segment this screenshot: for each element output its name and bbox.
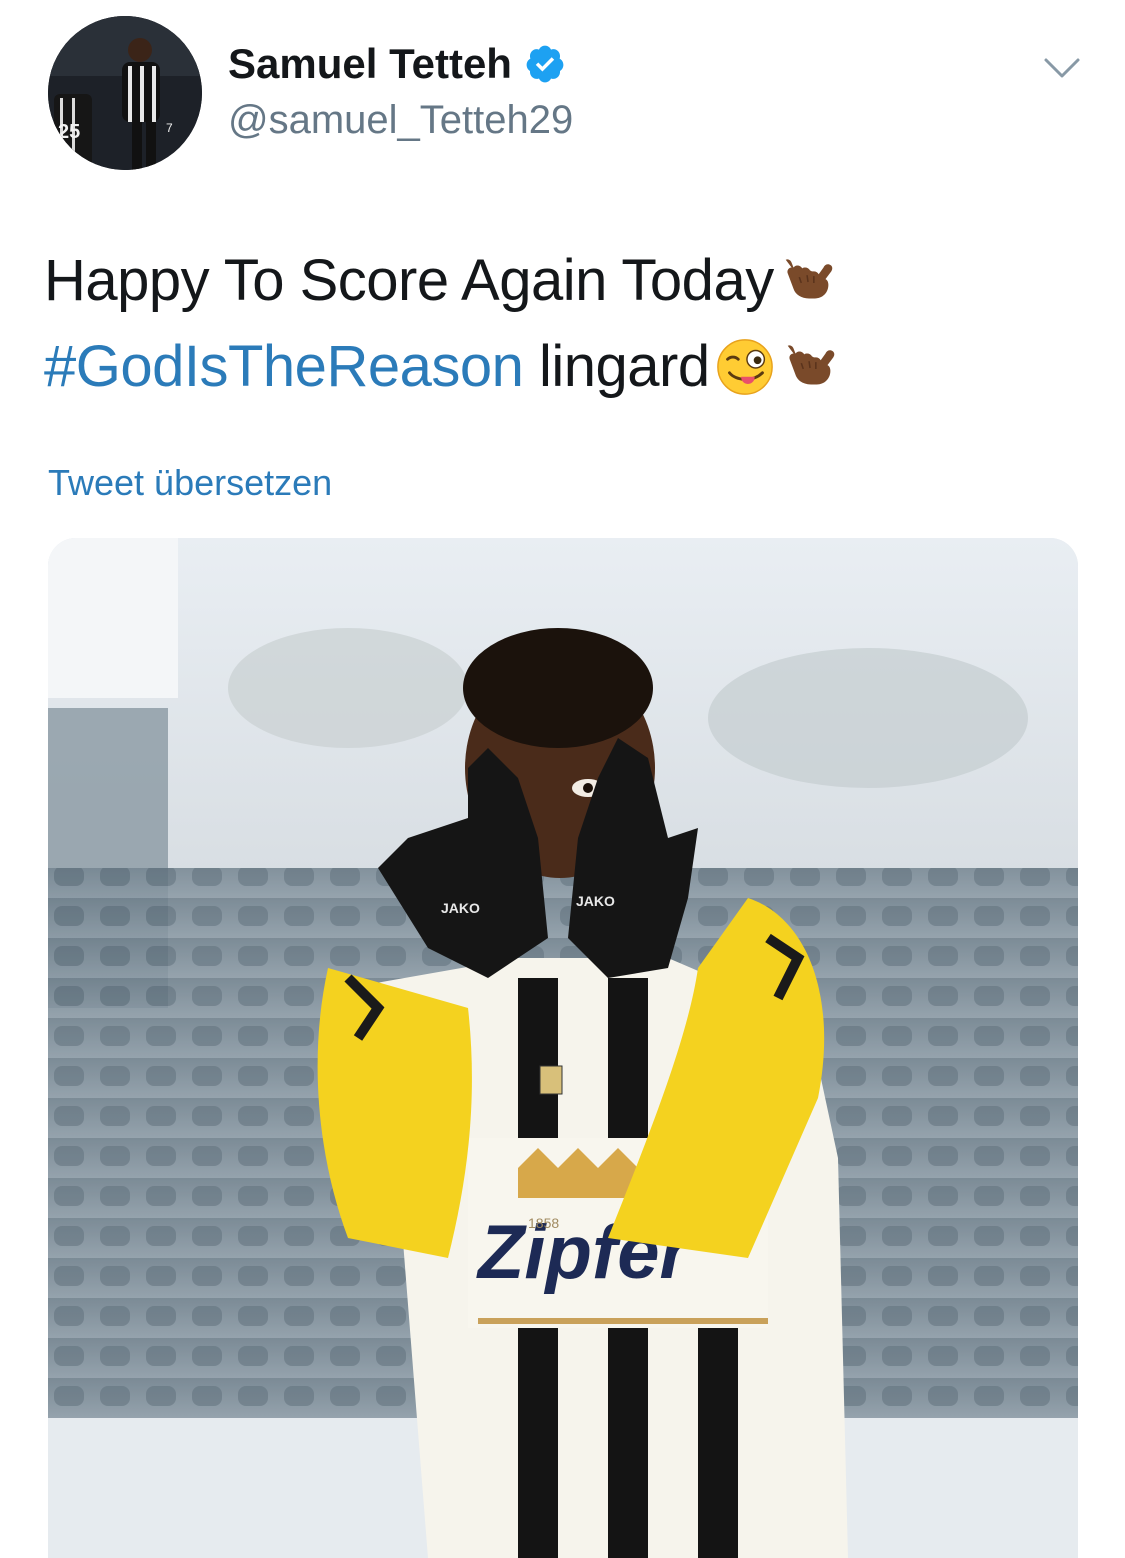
- media-image: Zipfer 1858 JAKO JAKO: [48, 538, 1078, 1558]
- translate-tweet-link[interactable]: Tweet übersetzen: [48, 462, 332, 504]
- author-name-text: Samuel Tetteh: [228, 40, 512, 87]
- winking-face-tongue-emoji-icon: [716, 339, 773, 395]
- chevron-down-icon[interactable]: [1040, 48, 1084, 88]
- call-me-hand-emoji-icon: [785, 259, 832, 299]
- avatar-image: 25 7: [48, 16, 202, 170]
- tweet-text-line-1: Happy To Score Again Today: [44, 238, 1084, 324]
- author-display-name[interactable]: Samuel Tetteh: [228, 40, 566, 88]
- verified-badge-icon: [526, 45, 564, 83]
- svg-text:JAKO: JAKO: [576, 893, 615, 909]
- svg-text:7: 7: [166, 121, 173, 135]
- author-handle[interactable]: @samuel_Tetteh29: [228, 98, 573, 143]
- avatar[interactable]: 25 7: [48, 16, 202, 170]
- tweet-text-line-2: #GodIsTheReason lingard: [44, 324, 1084, 410]
- tweet-text: Happy To Score Again Today #GodIsTheReas…: [44, 238, 1084, 410]
- hashtag-link[interactable]: #GodIsTheReason: [44, 324, 524, 410]
- tweet-text-part: lingard: [523, 334, 710, 399]
- svg-text:JAKO: JAKO: [441, 900, 480, 916]
- tweet-text-part: Happy To Score Again Today: [44, 248, 774, 313]
- call-me-hand-emoji-icon: [787, 345, 834, 385]
- svg-text:25: 25: [58, 121, 80, 143]
- tweet-media-photo[interactable]: Zipfer 1858 JAKO JAKO: [48, 538, 1078, 1558]
- svg-text:1858: 1858: [528, 1215, 559, 1231]
